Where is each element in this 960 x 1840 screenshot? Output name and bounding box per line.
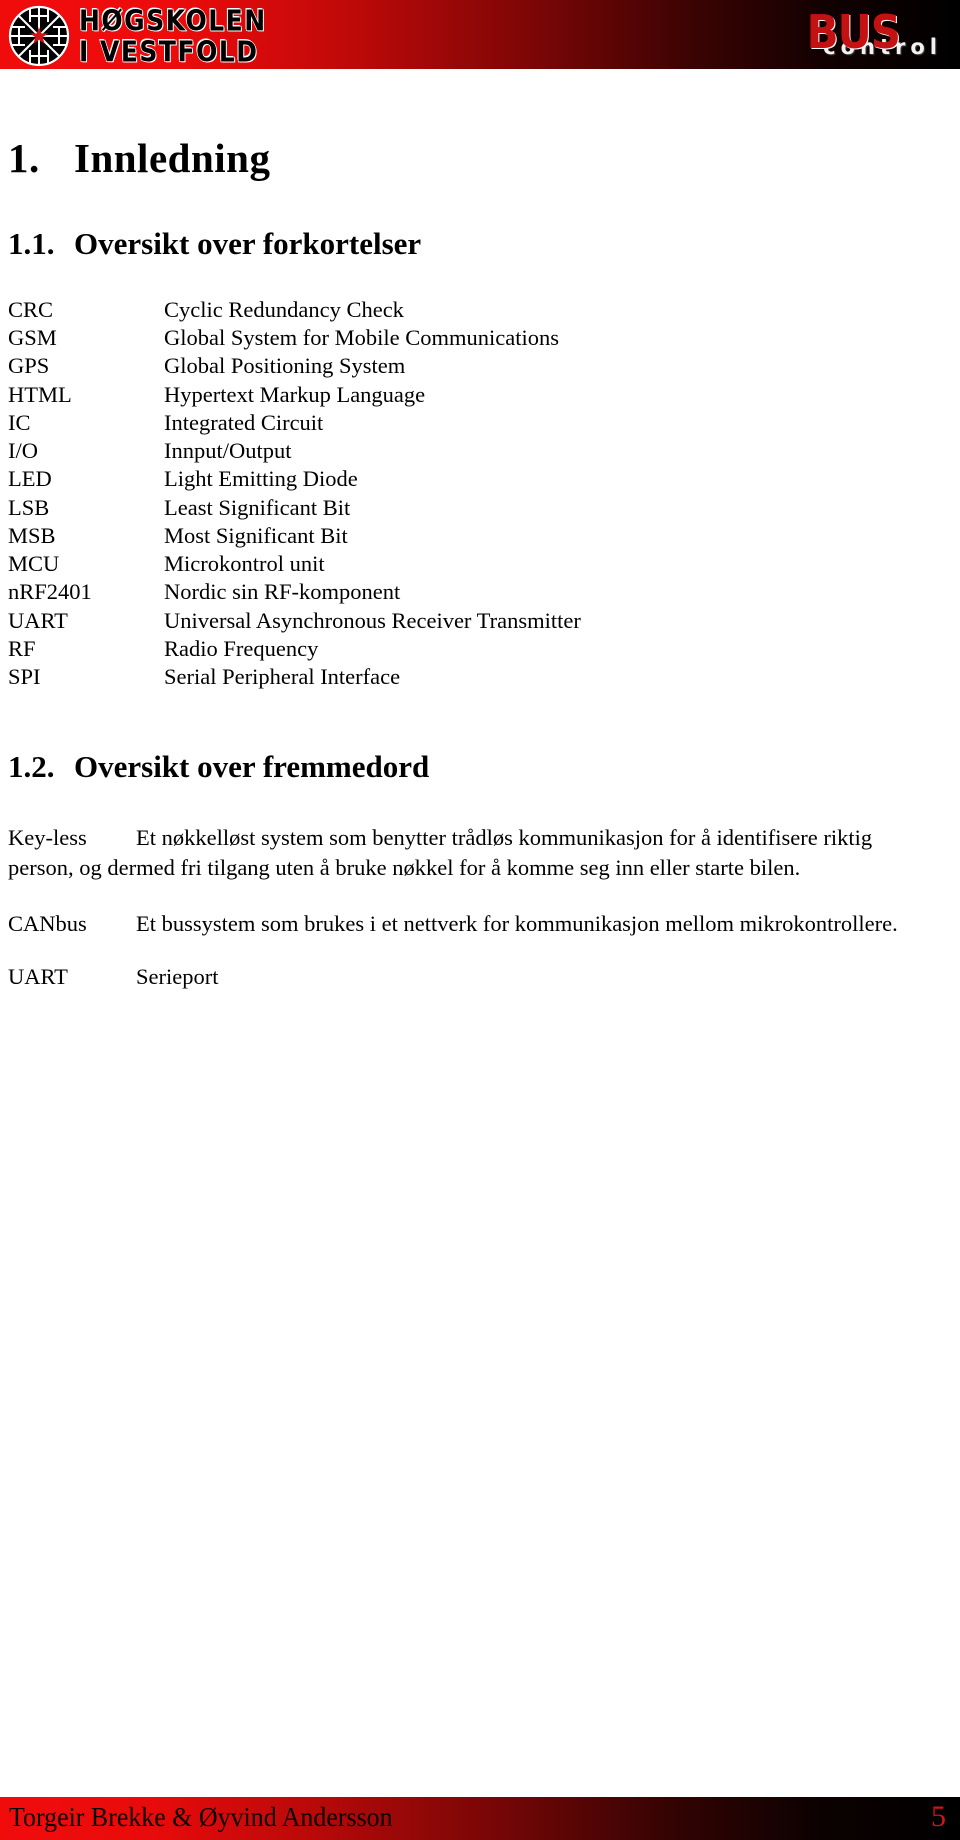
- project-logo-bus: BUS: [806, 5, 901, 59]
- table-row: RF Radio Frequency: [8, 635, 581, 663]
- abbreviation-value: Integrated Circuit: [164, 409, 324, 435]
- table-row: GPS Global Positioning System: [8, 352, 581, 380]
- abbreviation-value: Innput/Output: [164, 438, 292, 464]
- table-row: CRC Cyclic Redundancy Check: [8, 296, 581, 324]
- abbreviation-key: IC: [8, 409, 31, 435]
- abbreviation-value: Radio Frequency: [164, 635, 319, 661]
- section-number-1-1: 1.1.: [8, 226, 55, 261]
- table-row: UART Universal Asynchronous Receiver Tra…: [8, 607, 581, 635]
- abbreviation-key: GSM: [8, 325, 57, 351]
- snowflake-emblem-icon: [8, 5, 70, 67]
- abbreviation-key: MSB: [8, 522, 56, 548]
- abbreviation-value: Most Significant Bit: [164, 522, 348, 548]
- project-logo: BUS control: [712, 4, 942, 68]
- section-number-1-2: 1.2.: [8, 749, 55, 785]
- abbreviation-value: Global Positioning System: [164, 353, 406, 379]
- institution-line-1: HØGSKOLEN: [78, 3, 267, 38]
- glossary-definition: Et nøkkelløst system som benytter trådlø…: [8, 825, 873, 880]
- header-banner: HØGSKOLEN I VESTFOLD BUS control: [0, 0, 960, 72]
- abbreviation-key: GPS: [8, 353, 50, 379]
- footer-page-number: 5: [931, 1800, 946, 1833]
- abbreviation-key: LSB: [8, 494, 50, 520]
- table-row: HTML Hypertext Markup Language: [8, 381, 581, 409]
- chapter-heading: 1. Innledning: [0, 72, 960, 182]
- abbreviation-value: Hypertext Markup Language: [164, 381, 426, 407]
- table-row: SPI Serial Peripheral Interface: [8, 663, 581, 691]
- abbreviation-value: Microkontrol unit: [164, 551, 325, 577]
- abbreviation-value: Least Significant Bit: [164, 494, 351, 520]
- table-row: IC Integrated Circuit: [8, 409, 581, 437]
- footer-authors: Torgeir Brekke & Øyvind Andersson: [9, 1802, 393, 1832]
- table-row: MSB Most Significant Bit: [8, 522, 581, 550]
- document-page: 1. Innledning 1.1. Oversikt over forkortel…: [0, 72, 960, 992]
- glossary-entry: CANbus Et bussystem som brukes i et nettv…: [8, 909, 940, 939]
- abbreviation-key: SPI: [8, 664, 41, 690]
- abbreviation-value: Light Emitting Diode: [164, 466, 358, 492]
- glossary-definition: Et bussystem som brukes i et nettverk fo…: [136, 910, 898, 936]
- footer-banner: Torgeir Brekke & Øyvind Andersson 5: [0, 1795, 960, 1840]
- abbreviation-key: nRF2401: [8, 579, 92, 605]
- chapter-number: 1.: [8, 135, 40, 181]
- abbreviation-key: MCU: [8, 551, 60, 577]
- abbreviations-table: CRC Cyclic Redundancy Check GSM Global S…: [8, 296, 581, 691]
- abbreviation-value: Global System for Mobile Communications: [164, 325, 559, 351]
- institution-wordmark: HØGSKOLEN I VESTFOLD: [78, 3, 267, 69]
- table-row: LSB Least Significant Bit: [8, 494, 581, 522]
- glossary-entry: UART Serieport: [8, 962, 940, 992]
- abbreviation-value: Cyclic Redundancy Check: [164, 297, 404, 322]
- table-row: nRF2401 Nordic sin RF-komponent: [8, 578, 581, 606]
- chapter-title: Innledning: [74, 135, 271, 181]
- glossary-term: UART: [8, 964, 68, 990]
- institution-line-2: I VESTFOLD: [78, 34, 259, 69]
- table-row: MCU Microkontrol unit: [8, 550, 581, 578]
- glossary-term: CANbus: [8, 910, 87, 936]
- glossary-definition: Serieport: [136, 964, 219, 990]
- institution-logo: HØGSKOLEN I VESTFOLD: [8, 5, 267, 67]
- abbreviation-key: HTML: [8, 381, 72, 407]
- abbreviation-key: LED: [8, 466, 52, 492]
- section-title-1-1: Oversikt over forkortelser: [74, 226, 422, 261]
- abbreviation-value: Serial Peripheral Interface: [164, 664, 401, 690]
- table-row: LED Light Emitting Diode: [8, 465, 581, 493]
- table-row: GSM Global System for Mobile Communicati…: [8, 324, 581, 352]
- section-heading-1-2: 1.2. Oversikt over fremmedord: [0, 749, 960, 785]
- abbreviation-key: I/O: [8, 438, 38, 464]
- table-row: I/O Innput/Output: [8, 437, 581, 465]
- abbreviation-value: Universal Asynchronous Receiver Transmit…: [164, 607, 581, 633]
- glossary-list: Key-less Et nøkkelløst system som benytte…: [8, 785, 940, 992]
- glossary-term: Key-less: [8, 825, 87, 851]
- abbreviation-key: RF: [8, 635, 36, 661]
- abbreviation-value: Nordic sin RF-komponent: [164, 579, 401, 605]
- abbreviation-key: CRC: [8, 297, 54, 322]
- glossary-entry: Key-less Et nøkkelløst system som benytte…: [8, 823, 940, 882]
- section-title-1-2: Oversikt over fremmedord: [74, 749, 430, 785]
- abbreviation-key: UART: [8, 607, 68, 633]
- section-heading-1-1: 1.1. Oversikt over forkortelser: [0, 182, 960, 262]
